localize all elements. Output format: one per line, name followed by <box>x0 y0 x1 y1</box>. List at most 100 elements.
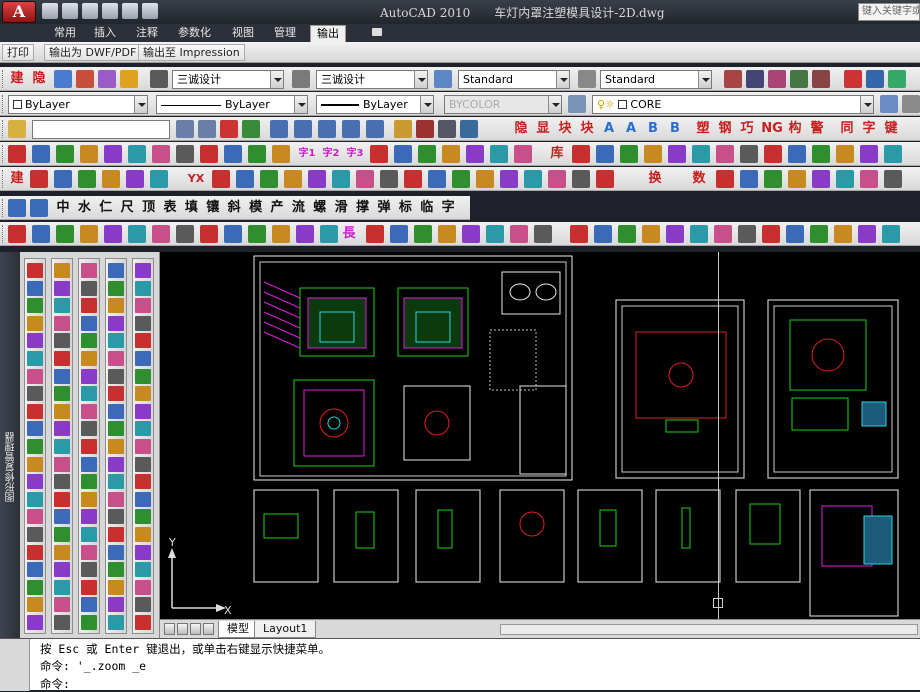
build-icon[interactable]: 建 <box>8 69 26 88</box>
prev-layout-icon[interactable] <box>177 623 188 635</box>
command-line[interactable]: 按 Esc 或 Enter 键退出，或单击右键显示快捷菜单。 命令: '_.zo… <box>0 638 920 691</box>
find-text-input[interactable] <box>32 120 170 139</box>
dock-tool-icon[interactable] <box>27 439 43 454</box>
toolbar-tool-icon[interactable] <box>812 170 830 188</box>
dock-tool-icon[interactable] <box>108 421 124 437</box>
dock-tool-icon[interactable] <box>27 527 43 542</box>
mold-command-icon[interactable]: 撑 <box>354 198 372 217</box>
export-dwf-pdf-button[interactable]: 输出为 DWF/PDF <box>44 44 142 61</box>
toolbar-tool-icon[interactable] <box>320 225 338 243</box>
toolbar-tool-icon[interactable] <box>716 145 734 163</box>
toolbar-tool-icon[interactable] <box>418 145 436 163</box>
mold-command-icon[interactable]: 滑 <box>332 198 350 217</box>
toolbar-tool-icon[interactable] <box>572 145 590 163</box>
toolbar-tool-icon[interactable] <box>30 170 48 188</box>
mold-command-icon[interactable]: 产 <box>268 198 286 217</box>
toolbar-tool-icon[interactable] <box>692 145 710 163</box>
toolbar-tool-icon[interactable] <box>500 170 518 188</box>
dock-tool-icon[interactable] <box>108 403 124 419</box>
toolbar-tool-icon[interactable] <box>102 170 120 188</box>
toolbar-tool-icon[interactable] <box>740 170 758 188</box>
long-icon[interactable]: 長 <box>340 224 358 243</box>
dock-tool-icon[interactable] <box>135 456 151 472</box>
first-layout-icon[interactable] <box>164 623 175 635</box>
dock-tool-icon[interactable] <box>108 315 124 331</box>
dock-tool-icon[interactable] <box>81 456 97 472</box>
chevron-down-icon[interactable] <box>414 71 427 88</box>
mold-command-icon[interactable]: 填 <box>182 198 200 217</box>
chevron-down-icon[interactable] <box>270 71 283 88</box>
layer-select[interactable]: ♀☼ CORE <box>592 95 874 114</box>
toolbar-tool-icon[interactable] <box>534 225 552 243</box>
dock-tool-icon[interactable] <box>135 403 151 419</box>
drawing-canvas[interactable]: Y X <box>160 252 920 619</box>
toolbar-tool-icon[interactable] <box>296 225 314 243</box>
dock-tool-icon[interactable] <box>135 263 151 278</box>
plot-icon[interactable] <box>142 3 158 19</box>
text-tool-icon[interactable] <box>242 120 260 138</box>
part-sheet[interactable] <box>333 489 399 583</box>
dock-tool-icon[interactable] <box>135 421 151 437</box>
toolbar-tool-icon[interactable] <box>56 225 74 243</box>
toolbar-tool-icon[interactable] <box>126 170 144 188</box>
toolbar-tool-icon[interactable] <box>786 225 804 243</box>
dock-tool-icon[interactable] <box>108 351 124 366</box>
chevron-down-icon[interactable] <box>556 71 569 88</box>
lineweight-select[interactable]: ByLayer <box>316 95 434 114</box>
tool-icon[interactable] <box>844 70 862 88</box>
dock-tool-icon[interactable] <box>135 597 151 613</box>
dock-tool-icon[interactable] <box>27 491 43 507</box>
toolbar-tool-icon[interactable] <box>414 225 432 243</box>
toolbar-tool-icon[interactable] <box>236 170 254 188</box>
toolbar-tool-icon[interactable] <box>308 170 326 188</box>
linetype-select[interactable]: ByLayer <box>156 95 308 114</box>
part-sheet[interactable] <box>735 489 801 583</box>
toolbar-tool-icon[interactable] <box>366 225 384 243</box>
tool-icon[interactable] <box>866 70 884 88</box>
tool-icon[interactable] <box>888 70 906 88</box>
detail-sheet[interactable] <box>615 299 745 479</box>
part-sheet[interactable] <box>499 489 565 583</box>
dock-tool-icon[interactable] <box>81 421 97 437</box>
dock-tool-icon[interactable] <box>108 386 124 402</box>
toolbar-tool-icon[interactable] <box>128 225 146 243</box>
dock-tool-icon[interactable] <box>54 386 70 402</box>
toolbar-tool-icon[interactable] <box>128 145 146 163</box>
layer-properties-icon[interactable] <box>568 95 586 113</box>
toolbar-tool-icon[interactable] <box>884 145 902 163</box>
dock-tool-icon[interactable] <box>81 280 97 296</box>
toolbar-grip[interactable] <box>2 95 5 113</box>
steel-icon[interactable]: 钢 <box>716 119 734 138</box>
dimension-icon[interactable] <box>812 70 830 88</box>
mold-command-icon[interactable]: 顶 <box>140 198 158 217</box>
dock-tool-icon[interactable] <box>108 491 124 507</box>
inquiry-icon[interactable] <box>318 120 336 138</box>
toolbar-tool-icon[interactable] <box>834 225 852 243</box>
last-layout-icon[interactable] <box>203 623 214 635</box>
dock-tool-icon[interactable] <box>54 597 70 613</box>
mold-command-icon[interactable]: 临 <box>418 198 436 217</box>
command-line-grip[interactable] <box>0 639 30 691</box>
dock-tool-icon[interactable] <box>135 491 151 507</box>
dock-tool-icon[interactable] <box>135 509 151 525</box>
dock-tool-icon[interactable] <box>54 544 70 560</box>
open-file-icon[interactable] <box>62 3 78 19</box>
color-select[interactable]: ByLayer <box>8 95 148 114</box>
toolbar-tool-icon[interactable] <box>764 170 782 188</box>
toolbar-tool-icon[interactable] <box>690 225 708 243</box>
dock-tool-icon[interactable] <box>81 315 97 331</box>
toolbar-tool-icon[interactable] <box>176 225 194 243</box>
toolbar-tool-icon[interactable] <box>390 225 408 243</box>
mold-command-icon[interactable]: 仁 <box>97 198 115 217</box>
swap-icon[interactable]: 换 <box>646 169 664 188</box>
toolbar-tool-icon[interactable] <box>442 145 460 163</box>
dock-tool-icon[interactable] <box>135 615 151 630</box>
toolbar-tool-icon[interactable] <box>428 170 446 188</box>
toolbar-grip[interactable] <box>2 145 5 163</box>
inquiry-icon[interactable] <box>294 120 312 138</box>
dock-tool-icon[interactable] <box>54 280 70 296</box>
mold-icon[interactable] <box>8 199 26 217</box>
toolbar-tool-icon[interactable] <box>248 225 266 243</box>
toolbar-tool-icon[interactable] <box>572 170 590 188</box>
dock-tool-icon[interactable] <box>108 615 124 630</box>
